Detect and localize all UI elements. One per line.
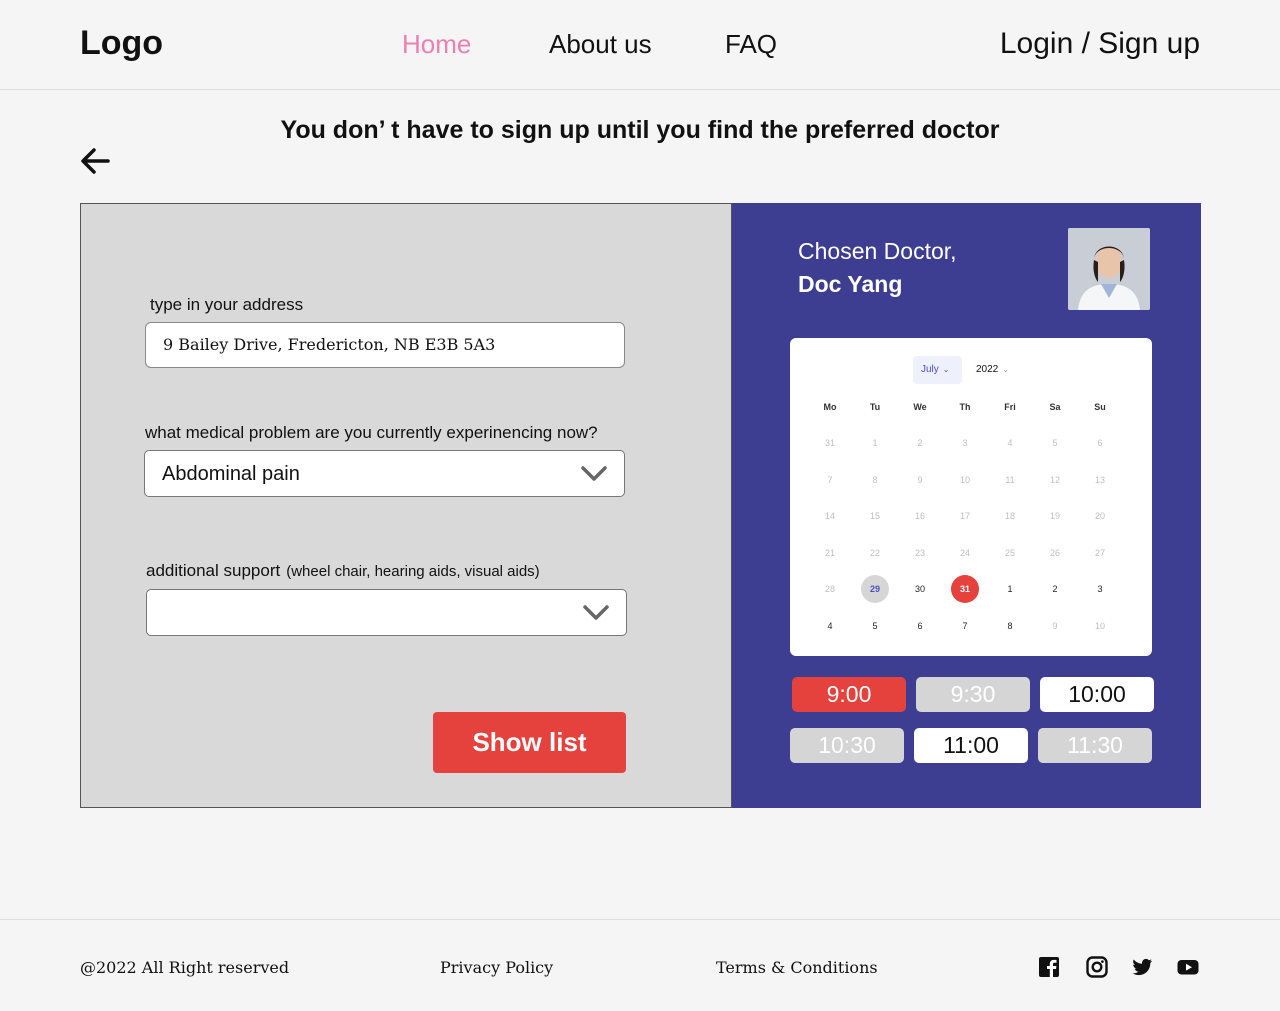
privacy-policy-link[interactable]: Privacy Policy: [440, 958, 553, 977]
site-header: Logo Home About us FAQ Login / Sign up: [0, 0, 1280, 90]
calendar-day[interactable]: 9: [1041, 612, 1069, 640]
calendar-day[interactable]: 5: [861, 612, 889, 640]
calendar-day[interactable]: 3: [951, 429, 979, 457]
calendar-day[interactable]: 7: [816, 466, 844, 494]
calendar-day[interactable]: 27: [1086, 539, 1114, 567]
date-picker-calendar: July ⌄ 2022 ⌄ Mo Tu We Th Fri Sa Su 31 1 2 3 4 5 6 7 8 9 10…: [790, 338, 1152, 656]
calendar-day[interactable]: 20: [1086, 502, 1114, 530]
doctor-name: Doc Yang: [798, 271, 903, 297]
calendar-day[interactable]: 12: [1041, 466, 1069, 494]
time-slot-button[interactable]: 9:00: [792, 677, 906, 712]
month-value: July: [921, 364, 939, 375]
calendar-day[interactable]: 5: [1041, 429, 1069, 457]
instagram-icon[interactable]: [1086, 956, 1108, 978]
facebook-icon[interactable]: [1038, 956, 1060, 978]
calendar-day[interactable]: 11: [996, 466, 1024, 494]
nav-home[interactable]: Home: [402, 29, 471, 60]
calendar-day[interactable]: 25: [996, 539, 1024, 567]
calendar-day[interactable]: 2: [1041, 575, 1069, 603]
login-signup-link[interactable]: Login / Sign up: [1000, 27, 1200, 61]
address-label: type in your address: [150, 295, 304, 314]
weekday-header: Su: [1094, 402, 1106, 412]
calendar-day[interactable]: 13: [1086, 466, 1114, 494]
page-headline: You don’ t have to sign up until you fin…: [280, 116, 1000, 144]
calendar-day[interactable]: 24: [951, 539, 979, 567]
calendar-day[interactable]: 1: [861, 429, 889, 457]
additional-support-label: additional support (wheel chair, hearing …: [146, 561, 540, 581]
medical-problem-value: Abdominal pain: [162, 463, 300, 485]
calendar-day[interactable]: 22: [861, 539, 889, 567]
calendar-day[interactable]: 8: [861, 466, 889, 494]
year-select[interactable]: 2022 ⌄: [976, 356, 1009, 384]
calendar-day[interactable]: 6: [906, 612, 934, 640]
youtube-icon[interactable]: [1177, 956, 1199, 978]
chevron-down-icon: ⌄: [942, 365, 950, 374]
address-input[interactable]: 9 Bailey Drive, Fredericton, NB E3B 5A3: [145, 322, 625, 368]
month-select[interactable]: July ⌄: [913, 356, 962, 384]
copyright-text: @2022 All Right reserved: [80, 958, 290, 977]
calendar-day[interactable]: 6: [1086, 429, 1114, 457]
site-logo[interactable]: Logo: [80, 24, 163, 63]
time-slot-button[interactable]: 11:30: [1038, 728, 1152, 763]
time-slot-button[interactable]: 10:00: [1040, 677, 1154, 712]
time-slot-button[interactable]: 11:00: [914, 728, 1028, 763]
doctor-photo: [1068, 228, 1150, 310]
weekday-header: Tu: [869, 402, 881, 412]
terms-conditions-link[interactable]: Terms & Conditions: [716, 958, 878, 977]
back-arrow-icon[interactable]: [79, 146, 111, 176]
calendar-day[interactable]: 4: [816, 612, 844, 640]
search-form-panel: type in your address 9 Bailey Drive, Fre…: [80, 203, 732, 808]
twitter-icon[interactable]: [1131, 956, 1153, 978]
calendar-day[interactable]: 8: [996, 612, 1024, 640]
calendar-day[interactable]: 3: [1086, 575, 1114, 603]
calendar-day[interactable]: 28: [816, 575, 844, 603]
calendar-day[interactable]: 30: [906, 575, 934, 603]
time-slot-button[interactable]: 10:30: [790, 728, 904, 763]
calendar-day[interactable]: 18: [996, 502, 1024, 530]
weekday-header: We: [913, 402, 927, 412]
calendar-day[interactable]: 17: [951, 502, 979, 530]
chosen-doctor-panel: Chosen Doctor, Doc Yang July ⌄ 2022 ⌄ Mo Tu…: [732, 203, 1201, 808]
calendar-day[interactable]: 10: [951, 466, 979, 494]
weekday-header: Th: [959, 402, 971, 412]
calendar-day[interactable]: 9: [906, 466, 934, 494]
calendar-day[interactable]: 7: [951, 612, 979, 640]
calendar-day[interactable]: 14: [816, 502, 844, 530]
medical-problem-select[interactable]: Abdominal pain: [144, 450, 625, 497]
calendar-day[interactable]: 16: [906, 502, 934, 530]
nav-faq[interactable]: FAQ: [725, 29, 777, 60]
weekday-header: Sa: [1049, 402, 1061, 412]
additional-support-select[interactable]: [146, 589, 627, 636]
medical-problem-label: what medical problem are you currently e…: [145, 423, 598, 442]
year-value: 2022: [976, 364, 999, 375]
additional-support-title: additional support: [146, 561, 281, 580]
site-footer: @2022 All Right reserved Privacy Policy …: [0, 919, 1280, 1011]
time-slot-button[interactable]: 9:30: [916, 677, 1030, 712]
chevron-down-icon: [583, 605, 609, 620]
calendar-day[interactable]: 26: [1041, 539, 1069, 567]
chosen-doctor-caption: Chosen Doctor,: [798, 238, 957, 264]
calendar-day[interactable]: 23: [906, 539, 934, 567]
calendar-day[interactable]: 10: [1086, 612, 1114, 640]
calendar-day[interactable]: 2: [906, 429, 934, 457]
calendar-day-selected[interactable]: 31: [951, 575, 979, 603]
nav-about-us[interactable]: About us: [549, 29, 652, 60]
calendar-day[interactable]: 19: [1041, 502, 1069, 530]
additional-support-hint: (wheel chair, hearing aids, visual aids): [286, 563, 540, 580]
calendar-day[interactable]: 31: [816, 429, 844, 457]
chevron-down-icon: ⌄: [1002, 365, 1009, 374]
calendar-day[interactable]: 4: [996, 429, 1024, 457]
show-list-button[interactable]: Show list: [433, 712, 626, 773]
weekday-header: Fri: [1004, 402, 1016, 412]
chevron-down-icon: [581, 466, 607, 481]
calendar-day[interactable]: 21: [816, 539, 844, 567]
calendar-day[interactable]: 15: [861, 502, 889, 530]
calendar-day[interactable]: 29: [861, 575, 889, 603]
weekday-header: Mo: [823, 402, 837, 412]
calendar-day[interactable]: 1: [996, 575, 1024, 603]
